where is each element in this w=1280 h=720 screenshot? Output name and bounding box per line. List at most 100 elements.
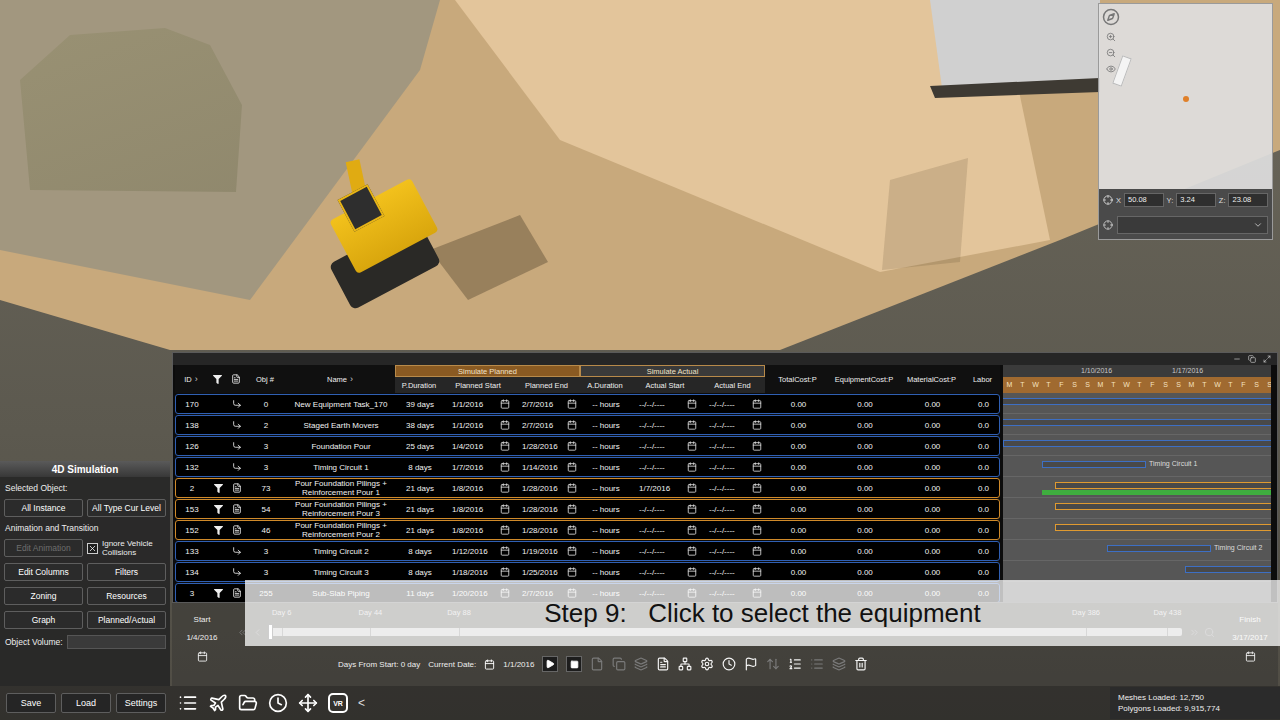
- calendar-icon[interactable]: [500, 420, 510, 430]
- task-row[interactable]: 1700New Equipment Task_17039 days1/1/201…: [175, 394, 1000, 414]
- calendar-icon[interactable]: [567, 462, 577, 472]
- planned-bar[interactable]: [1107, 545, 1211, 552]
- crosshair-icon[interactable]: [1103, 195, 1113, 205]
- calendar-icon[interactable]: [687, 546, 697, 556]
- column-header[interactable]: Name›: [285, 365, 395, 393]
- calendar-icon[interactable]: [567, 546, 577, 556]
- task-row[interactable]: 273Pour Foundation Pilings + Reinforceme…: [175, 478, 1000, 498]
- list-icon[interactable]: [178, 693, 198, 713]
- tool-button[interactable]: [744, 657, 758, 671]
- planned-bar[interactable]: [1042, 461, 1146, 468]
- calendar-icon[interactable]: [484, 659, 495, 670]
- calendar-icon[interactable]: [567, 399, 577, 409]
- folder-icon[interactable]: [238, 693, 258, 713]
- collapse-button[interactable]: <: [358, 696, 365, 710]
- tool-button[interactable]: [722, 657, 736, 671]
- tool-button[interactable]: [854, 657, 868, 671]
- p_end-cell[interactable]: 1/28/2016: [514, 483, 581, 493]
- footer-button[interactable]: Settings: [116, 693, 166, 713]
- compass-icon[interactable]: [1102, 8, 1120, 26]
- a_start-cell[interactable]: --/--/----: [631, 546, 701, 556]
- p_start-cell[interactable]: 1/8/2016: [444, 525, 514, 535]
- column-header[interactable]: [207, 365, 227, 393]
- a_end-cell[interactable]: --/--/----: [701, 399, 766, 409]
- minimize-icon[interactable]: [1233, 355, 1241, 363]
- checkbox-box[interactable]: [87, 543, 98, 554]
- p_end-cell[interactable]: 1/14/2016: [514, 462, 581, 472]
- p_start-cell[interactable]: 1/1/2016: [444, 399, 514, 409]
- tool-button[interactable]: [700, 657, 714, 671]
- task-row[interactable]: 15246Pour Foundation Pilings + Reinforce…: [175, 520, 1000, 540]
- column-header[interactable]: Actual End: [700, 377, 765, 393]
- p_end-cell[interactable]: 1/28/2016: [514, 504, 581, 514]
- column-header[interactable]: Planned End: [513, 377, 580, 393]
- p_end-cell[interactable]: 1/28/2016: [514, 525, 581, 535]
- calendar-icon[interactable]: [567, 567, 577, 577]
- panel-button[interactable]: Edit Columns: [4, 563, 83, 581]
- coordinate-field[interactable]: 50.08: [1124, 193, 1164, 207]
- calendar-icon[interactable]: [752, 399, 762, 409]
- a_start-cell[interactable]: --/--/----: [631, 462, 701, 472]
- a_end-cell[interactable]: --/--/----: [701, 462, 766, 472]
- calendar-icon[interactable]: [752, 525, 762, 535]
- calendar-icon[interactable]: [500, 546, 510, 556]
- calendar-icon[interactable]: [687, 483, 697, 493]
- panel-button[interactable]: Zoning: [4, 587, 83, 605]
- map-area[interactable]: [1099, 4, 1272, 189]
- maximize-icon[interactable]: [1263, 355, 1271, 363]
- move-icon[interactable]: [298, 693, 318, 713]
- panel-button[interactable]: Graph: [4, 611, 83, 629]
- p_end-cell[interactable]: 2/7/2016: [514, 420, 581, 430]
- calendar-icon[interactable]: [500, 441, 510, 451]
- p_start-cell[interactable]: 1/8/2016: [444, 483, 514, 493]
- calendar-icon[interactable]: [752, 504, 762, 514]
- column-header[interactable]: Obj #: [245, 365, 285, 393]
- footer-button[interactable]: Save: [6, 693, 56, 713]
- p_end-cell[interactable]: 1/25/2016: [514, 567, 581, 577]
- calendar-icon[interactable]: [687, 441, 697, 451]
- column-header[interactable]: A.Duration: [580, 377, 630, 393]
- task-row[interactable]: 1382Staged Earth Movers38 days1/1/20162/…: [175, 415, 1000, 435]
- calendar-icon[interactable]: [752, 567, 762, 577]
- p_start-cell[interactable]: 1/1/2016: [444, 420, 514, 430]
- task-row[interactable]: 15354Pour Foundation Pilings + Reinforce…: [175, 499, 1000, 519]
- a_start-cell[interactable]: --/--/----: [631, 420, 701, 430]
- column-header[interactable]: MaterialCost:P: [898, 365, 965, 393]
- planned-bar[interactable]: [1003, 440, 1271, 447]
- calendar-icon[interactable]: [567, 525, 577, 535]
- calendar-icon[interactable]: [500, 525, 510, 535]
- object-volume-field[interactable]: [67, 635, 166, 649]
- p_start-cell[interactable]: 1/8/2016: [444, 504, 514, 514]
- column-arrow[interactable]: ›: [350, 374, 353, 384]
- column-header[interactable]: TotalCost:P: [765, 365, 830, 393]
- calendar-icon[interactable]: [752, 441, 762, 451]
- planned-bar[interactable]: [1055, 503, 1271, 510]
- panel-button[interactable]: Resources: [87, 587, 166, 605]
- column-header[interactable]: EquipmentCost:P: [830, 365, 898, 393]
- planned-bar[interactable]: [1055, 524, 1271, 531]
- actual-bar[interactable]: [1042, 490, 1271, 495]
- p_end-cell[interactable]: 1/28/2016: [514, 441, 581, 451]
- gantt-chart[interactable]: 1/10/20161/17/2016MTWTFSSMTWTFSSMTWTFSST…: [1003, 365, 1271, 602]
- tool-button[interactable]: [678, 657, 692, 671]
- planned-bar[interactable]: [1185, 566, 1271, 573]
- calendar-icon[interactable]: [687, 462, 697, 472]
- calendar-icon[interactable]: [752, 546, 762, 556]
- type-icon[interactable]: [231, 374, 241, 384]
- task-row[interactable]: 1263Foundation Pour25 days1/4/20161/28/2…: [175, 436, 1000, 456]
- calendar-icon[interactable]: [687, 567, 697, 577]
- a_start-cell[interactable]: --/--/----: [631, 504, 701, 514]
- a_start-cell[interactable]: --/--/----: [631, 399, 701, 409]
- p_start-cell[interactable]: 1/7/2016: [444, 462, 514, 472]
- vr-button[interactable]: VR: [328, 693, 348, 713]
- calendar-icon[interactable]: [500, 399, 510, 409]
- a_end-cell[interactable]: --/--/----: [701, 420, 766, 430]
- calendar-icon[interactable]: [752, 420, 762, 430]
- column-header[interactable]: Planned Start: [443, 377, 513, 393]
- planned-bar[interactable]: [1003, 419, 1271, 426]
- p_start-cell[interactable]: 1/18/2016: [444, 567, 514, 577]
- panel-button[interactable]: Planned/Actual: [87, 611, 166, 629]
- coordinate-field[interactable]: 23.08: [1228, 193, 1268, 207]
- calendar-icon[interactable]: [687, 399, 697, 409]
- p_start-cell[interactable]: 1/12/2016: [444, 546, 514, 556]
